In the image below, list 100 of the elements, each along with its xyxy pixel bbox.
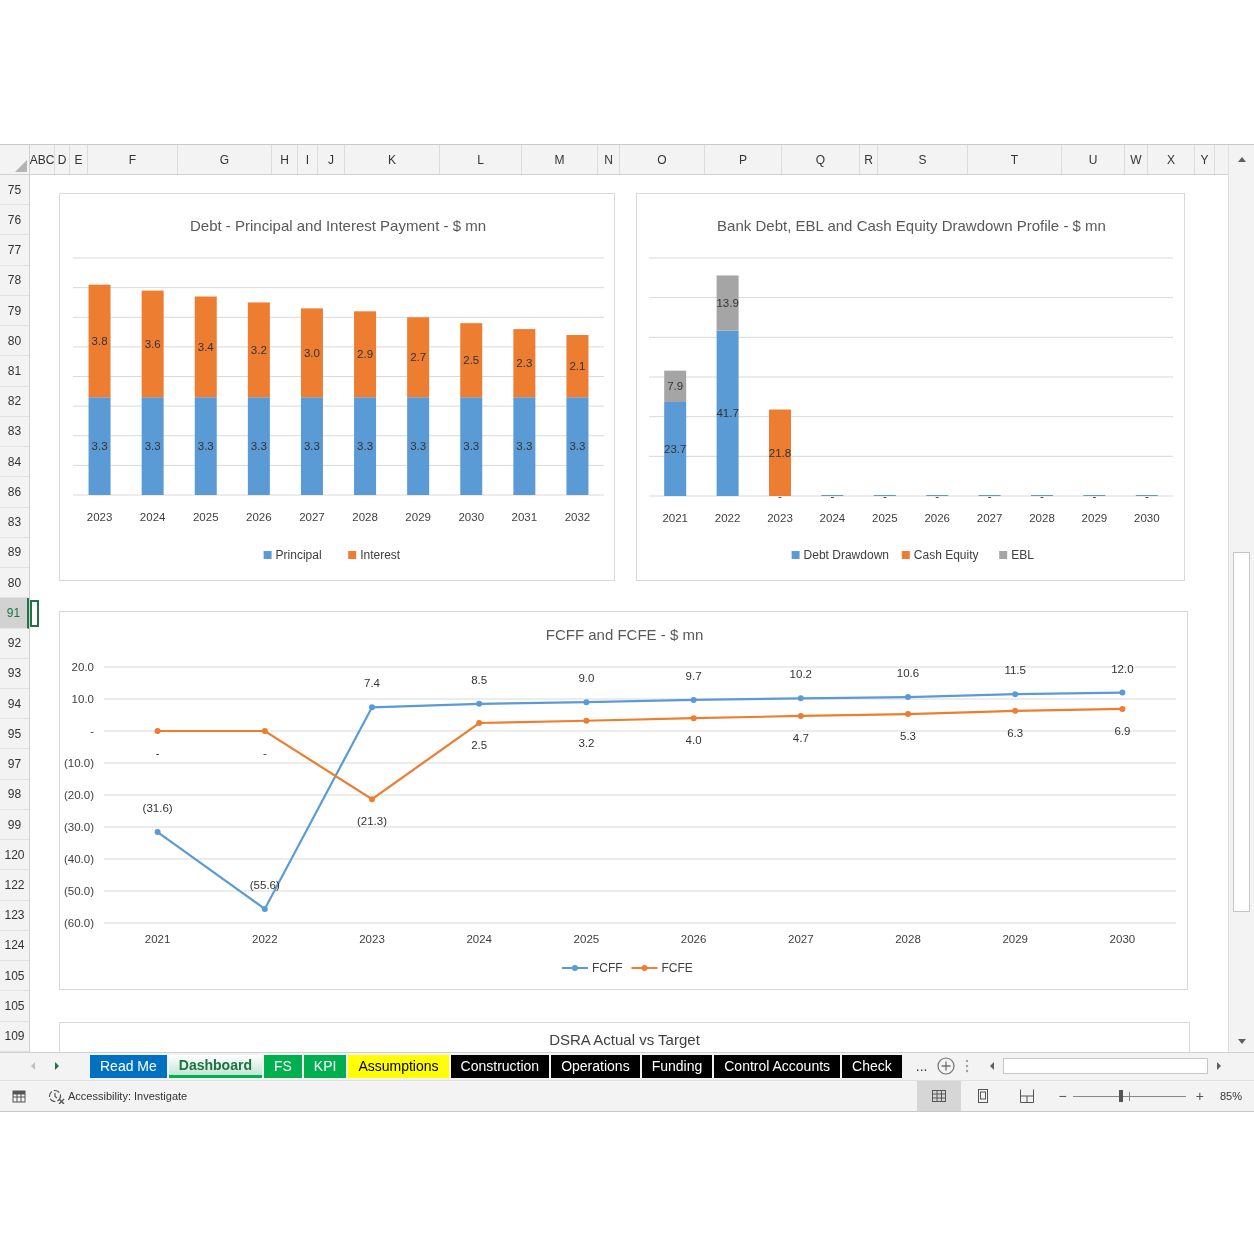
row-header[interactable]: 120 <box>0 840 29 871</box>
data-label: - <box>935 490 940 502</box>
data-label: 3.3 <box>410 440 427 453</box>
accessibility-icon[interactable] <box>48 1088 66 1104</box>
sheet-tab[interactable]: Assumptions <box>348 1054 449 1078</box>
column-header[interactable]: G <box>178 145 272 174</box>
chart-title: DSRA Actual vs Target <box>549 1031 700 1050</box>
column-header[interactable]: N <box>598 145 620 174</box>
axis-label: (20.0) <box>63 789 94 801</box>
column-header[interactable]: H <box>272 145 298 174</box>
row-header[interactable]: 84 <box>0 447 29 478</box>
row-header[interactable]: 80 <box>0 326 29 357</box>
sheet-tab[interactable]: Check <box>842 1054 902 1078</box>
column-header[interactable]: R <box>860 145 878 174</box>
sheet-tab[interactable]: Control Accounts <box>714 1054 841 1078</box>
data-label: - <box>778 490 782 502</box>
zoom-in-button[interactable]: + <box>1195 1088 1204 1104</box>
row-header[interactable]: 77 <box>0 235 29 266</box>
zoom-level[interactable]: 85% <box>1219 1090 1242 1102</box>
row-header[interactable]: 98 <box>0 779 29 810</box>
axis-label: 2021 <box>662 512 688 524</box>
column-header[interactable]: K <box>345 145 440 174</box>
scroll-right-icon[interactable] <box>52 1060 62 1073</box>
axis-label: 2029 <box>405 511 431 523</box>
column-header[interactable]: F <box>88 145 178 174</box>
column-header[interactable]: Q <box>782 145 860 174</box>
row-header[interactable]: 75 <box>0 175 29 206</box>
accessibility-status[interactable]: Accessibility: Investigate <box>68 1090 188 1102</box>
data-point <box>1119 705 1126 712</box>
row-header[interactable]: 105 <box>0 991 29 1022</box>
sheet-tab[interactable]: Read Me <box>90 1054 167 1078</box>
data-label: 3.3 <box>250 440 267 453</box>
row-header[interactable]: 109 <box>0 1021 29 1052</box>
row-header[interactable]: 76 <box>0 205 29 236</box>
scroll-right-icon[interactable] <box>1214 1060 1224 1073</box>
row-header[interactable]: 97 <box>0 749 29 780</box>
data-label: 3.3 <box>303 440 320 453</box>
column-header[interactable]: J <box>318 145 345 174</box>
row-header[interactable]: 92 <box>0 628 29 659</box>
row-header[interactable]: 89 <box>0 537 29 569</box>
zoom-slider[interactable] <box>1072 1089 1186 1103</box>
chart-title: Debt - Principal and Interest Payment - $ mn <box>190 217 486 234</box>
column-header[interactable]: D <box>55 145 70 174</box>
chart-title: FCFF and FCFE - $ mn <box>545 626 704 643</box>
normal-view-button[interactable] <box>916 1081 961 1111</box>
row-header[interactable]: 94 <box>0 689 29 720</box>
sheet-tab[interactable]: Operations <box>551 1054 640 1078</box>
column-header[interactable]: Y <box>1195 145 1215 174</box>
column-header[interactable]: T <box>968 145 1062 174</box>
column-header[interactable]: S <box>878 145 968 174</box>
row-header[interactable]: 78 <box>0 265 29 296</box>
axis-label: 2027 <box>299 511 325 523</box>
column-header[interactable]: P <box>705 145 782 174</box>
data-label: - <box>262 747 267 759</box>
data-label: 2.9 <box>357 348 374 361</box>
column-header[interactable]: M <box>522 145 598 174</box>
column-header[interactable]: W <box>1125 145 1148 174</box>
data-label: (21.3) <box>357 815 387 828</box>
more-tabs-button[interactable]: ... <box>915 1058 928 1075</box>
sheet-icon[interactable] <box>12 1089 26 1103</box>
axis-label: (40.0) <box>63 853 94 865</box>
axis-label: 2024 <box>139 511 166 523</box>
chart-card[interactable]: Bank Debt, EBL and Cash Equity Drawdown Profile - $ mn 2021 2022 2023 2024 2025 2026 2027 2028 2029 2030 23.7 7.9 41.7 13.9 - 21.8 - - - - - - - Debt Drawdown Cash Equity EBL <box>636 193 1185 581</box>
column-header[interactable]: O <box>620 145 705 174</box>
sheet-tab[interactable]: Dashboard <box>168 1054 262 1078</box>
row-header[interactable]: 83 <box>0 416 29 448</box>
column-header[interactable]: L <box>440 145 522 174</box>
row-header[interactable]: 105 <box>0 961 29 992</box>
data-point <box>476 720 483 726</box>
column-header[interactable]: E <box>70 145 88 174</box>
row-header[interactable]: 123 <box>0 900 29 931</box>
selected-cell[interactable] <box>30 600 39 628</box>
row-header[interactable]: 99 <box>0 809 29 841</box>
splitter-handle-icon[interactable] <box>965 1059 970 1074</box>
column-header[interactable]: X <box>1148 145 1195 174</box>
row-header[interactable]: 79 <box>0 295 29 327</box>
row-header[interactable]: 82 <box>0 386 29 417</box>
row-header[interactable]: 86 <box>0 477 29 508</box>
sheet-tab[interactable]: Construction <box>450 1054 550 1078</box>
chart-card[interactable]: DSRA Actual vs Target <box>59 1022 1190 1052</box>
scroll-thumb[interactable] <box>1233 552 1250 912</box>
row-header[interactable]: 93 <box>0 658 29 689</box>
column-header[interactable]: U <box>1062 145 1125 174</box>
row-header[interactable]: 95 <box>0 719 29 750</box>
row-header[interactable]: 124 <box>0 930 29 962</box>
column-header[interactable]: I <box>298 145 318 174</box>
row-header[interactable]: 81 <box>0 356 29 387</box>
data-label: 10.6 <box>896 667 920 680</box>
zoom-out-button[interactable]: − <box>1058 1088 1067 1104</box>
data-label: 3.3 <box>516 440 533 453</box>
data-point <box>797 695 804 702</box>
add-sheet-icon[interactable] <box>937 1057 956 1076</box>
chart-card[interactable]: Debt - Principal and Interest Payment - $ mn 2023 2024 2025 2026 2027 2028 2029 2030 2031 2032 3.3 3.8 3.3 3.6 3.3 3.4 3.3 3.2 3.3 3.0 3.3 2.9 3.3 2.7 3.3 2.5 3.3 2.3 3.3 2.1 Principal Interest <box>59 193 615 581</box>
row-header[interactable]: 83 <box>0 507 29 538</box>
sheet-tab[interactable]: Funding <box>641 1054 713 1078</box>
data-point <box>1012 707 1019 714</box>
row-header[interactable]: 122 <box>0 870 29 901</box>
column-header[interactable]: ABC <box>30 145 55 174</box>
zoom-slider-thumb[interactable] <box>1119 1090 1124 1102</box>
row-header[interactable]: 91 <box>0 598 29 629</box>
